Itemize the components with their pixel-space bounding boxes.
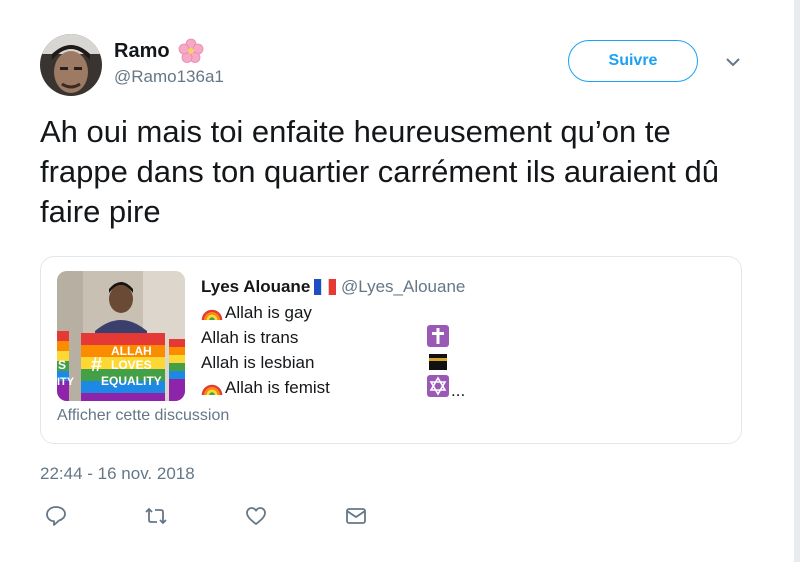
latin-cross-icon <box>427 325 449 347</box>
image-line3-text: EQUALITY <box>101 374 162 388</box>
quoted-author-handle[interactable]: @Lyes_Alouane <box>341 277 465 297</box>
image-line1-text: ALLAH <box>111 344 152 358</box>
avatar[interactable] <box>40 34 102 96</box>
quoted-line: Allah is lesbian <box>201 353 314 373</box>
quoted-ellipsis: ... <box>451 381 466 400</box>
reply-icon[interactable] <box>44 504 68 528</box>
quoted-tweet-card[interactable]: # ALLAH LOVES EQUALITY S ITY Lyes Alouan… <box>40 256 742 444</box>
author-handle[interactable]: @Ramo136a1 <box>114 67 224 87</box>
quoted-line-text: Allah is trans <box>201 328 299 347</box>
quoted-line-text: Allah is lesbian <box>201 353 315 372</box>
scrollbar-track <box>794 0 800 562</box>
author-name-text: Ramo <box>114 39 170 62</box>
cherry-blossom-icon <box>178 38 203 63</box>
quoted-tweet-image[interactable]: # ALLAH LOVES EQUALITY S ITY <box>57 271 185 401</box>
rainbow-icon <box>201 309 223 321</box>
author-name[interactable]: Ramo <box>114 38 204 64</box>
tweet-actions <box>0 504 800 534</box>
french-flag-icon <box>314 279 337 295</box>
follow-button[interactable]: Suivre <box>568 40 698 82</box>
quoted-author-name[interactable]: Lyes Alouane <box>201 277 337 297</box>
rainbow-icon <box>201 384 223 396</box>
show-thread-link[interactable]: Afficher cette discussion <box>57 407 229 425</box>
kaaba-icon <box>429 354 447 370</box>
quoted-line: Allah is trans <box>201 328 298 348</box>
quoted-author-name-text: Lyes Alouane <box>201 277 311 296</box>
image-hash-text: # <box>91 354 102 376</box>
retweet-icon[interactable] <box>144 504 168 528</box>
image-partial-text: S <box>58 358 66 372</box>
quoted-line: Allah is femist <box>201 378 330 398</box>
star-of-david-icon <box>427 375 449 397</box>
chevron-down-icon[interactable] <box>724 56 742 68</box>
image-partial2-text: ITY <box>57 376 75 388</box>
quoted-line-text: Allah is gay <box>225 303 312 322</box>
quoted-line-text: Allah is femist <box>225 378 330 397</box>
like-heart-icon[interactable] <box>244 504 268 528</box>
tweet-text: Ah oui mais toi enfaite heureusement qu’… <box>40 114 719 229</box>
image-line2-text: LOVES <box>111 358 152 372</box>
direct-message-icon[interactable] <box>344 504 368 528</box>
tweet-timestamp[interactable]: 22:44 - 16 nov. 2018 <box>40 464 195 484</box>
quoted-line: Allah is gay <box>201 303 312 323</box>
